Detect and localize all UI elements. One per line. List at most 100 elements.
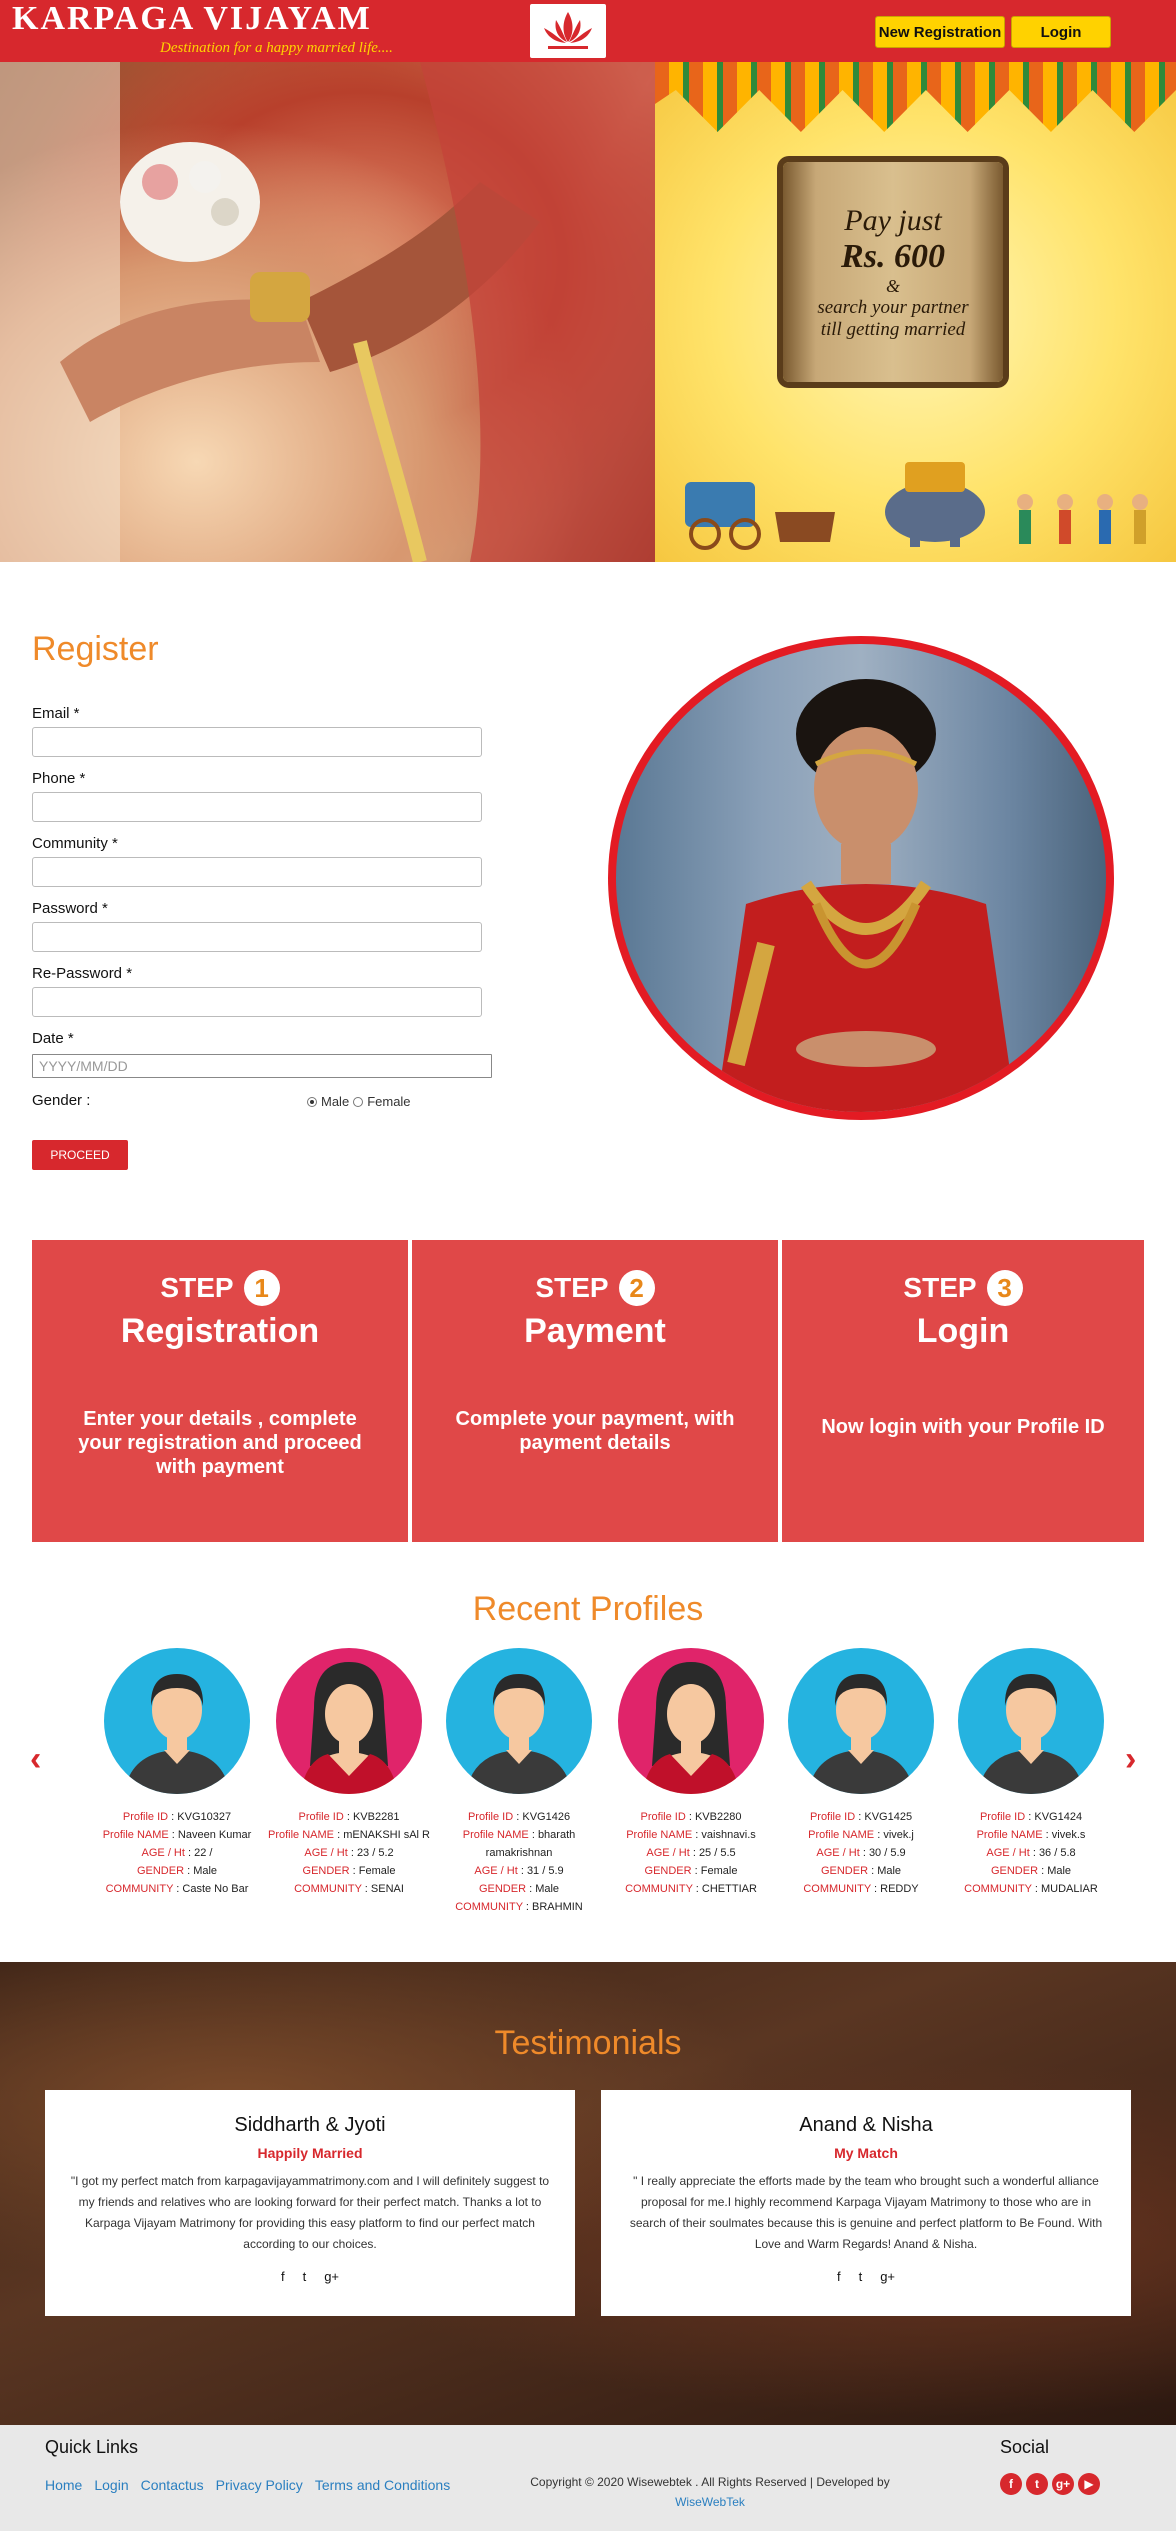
profile-details: Profile ID : KVG1425 Profile NAME : vivek… bbox=[776, 1808, 946, 1898]
offer-line3: till getting married bbox=[820, 318, 966, 340]
facebook-icon[interactable]: f bbox=[837, 2269, 841, 2284]
profile-card[interactable]: Profile ID : KVB2280 Profile NAME : vaish… bbox=[606, 1648, 776, 1898]
facebook-icon[interactable]: f bbox=[1000, 2473, 1022, 2495]
offer-price: Rs. 600 bbox=[841, 237, 945, 275]
google-plus-icon[interactable]: g+ bbox=[1052, 2473, 1074, 2495]
date-label: Date * bbox=[32, 1030, 74, 1047]
profile-name-row: Profile NAME : Naveen Kumar bbox=[102, 1829, 252, 1841]
gender-female-radio[interactable] bbox=[353, 1096, 364, 1107]
profile-community-value: Caste No Bar bbox=[182, 1883, 249, 1895]
profile-community-key: COMMUNITY bbox=[455, 1901, 523, 1913]
twitter-icon[interactable]: t bbox=[303, 2269, 307, 2284]
profile-id-value: KVG1426 bbox=[522, 1811, 571, 1823]
login-button[interactable]: Login bbox=[1011, 16, 1111, 48]
profile-gender-key: GENDER bbox=[644, 1865, 692, 1877]
lotus-icon[interactable] bbox=[530, 4, 606, 58]
profile-card[interactable]: Profile ID : KVG1424 Profile NAME : vivek… bbox=[946, 1648, 1116, 1898]
developer-link[interactable]: WiseWebTek bbox=[480, 2495, 940, 2509]
female-avatar-icon[interactable] bbox=[618, 1648, 764, 1794]
profile-name-row: Profile NAME : vivek.s bbox=[976, 1829, 1086, 1841]
profile-age-row: AGE / Ht : 31 / 5.9 bbox=[474, 1865, 564, 1877]
profile-community-value: SENAI bbox=[370, 1883, 404, 1895]
brand-name[interactable]: KARPAGA VIJAYAM bbox=[12, 0, 372, 38]
profile-details: Profile ID : KVB2280 Profile NAME : vaish… bbox=[606, 1808, 776, 1898]
profile-name-value: vivek.s bbox=[1051, 1829, 1086, 1841]
profile-id-value: KVB2280 bbox=[694, 1811, 742, 1823]
repassword-field[interactable] bbox=[32, 987, 482, 1017]
profile-community-row: COMMUNITY : REDDY bbox=[803, 1883, 919, 1895]
date-field[interactable]: YYYY/MM/DD bbox=[32, 1054, 492, 1078]
profile-card[interactable]: Profile ID : KVG1426 Profile NAME : bhara… bbox=[434, 1648, 604, 1916]
profile-gender-value: Male bbox=[1047, 1865, 1072, 1877]
date-placeholder: YYYY/MM/DD bbox=[39, 1058, 128, 1074]
chevron-left-icon[interactable]: ‹ bbox=[30, 1740, 41, 1779]
profile-name-key: Profile NAME bbox=[626, 1829, 693, 1841]
footer-link-contactus[interactable]: Contactus bbox=[141, 2477, 204, 2493]
profile-community-row: COMMUNITY : MUDALIAR bbox=[964, 1883, 1098, 1895]
profile-id-row: Profile ID : KVB2281 bbox=[298, 1811, 400, 1823]
step-1-description: Enter your details , complete your regis… bbox=[78, 1408, 362, 1478]
footer-link-privacy[interactable]: Privacy Policy bbox=[216, 2477, 303, 2493]
profile-details: Profile ID : KVB2281 Profile NAME : mENAK… bbox=[264, 1808, 434, 1898]
phone-field[interactable] bbox=[32, 792, 482, 822]
male-avatar-icon[interactable] bbox=[104, 1648, 250, 1794]
gender-male-radio[interactable] bbox=[307, 1096, 317, 1107]
testimonial-card: Anand & Nisha My Match " I really apprec… bbox=[601, 2090, 1131, 2316]
profile-gender-key: GENDER bbox=[820, 1865, 869, 1877]
profile-name-value: vivek.j bbox=[883, 1829, 914, 1841]
profile-gender-row: GENDER : Male bbox=[820, 1865, 902, 1877]
profile-gender-value: Female bbox=[358, 1865, 396, 1877]
social-icons: f t g+ ▶ bbox=[1000, 2473, 1100, 2495]
youtube-icon[interactable]: ▶ bbox=[1078, 2473, 1100, 2495]
profile-gender-value: Male bbox=[193, 1865, 218, 1877]
profile-community-row: COMMUNITY : BRAHMIN bbox=[455, 1901, 583, 1913]
footer-link-terms[interactable]: Terms and Conditions bbox=[315, 2477, 450, 2493]
male-avatar-icon[interactable] bbox=[446, 1648, 592, 1794]
profile-details: Profile ID : KVG10327 Profile NAME : Nave… bbox=[92, 1808, 262, 1898]
female-avatar-icon[interactable] bbox=[276, 1648, 422, 1794]
footer-link-login[interactable]: Login bbox=[94, 2477, 128, 2493]
email-field[interactable] bbox=[32, 727, 482, 757]
profile-gender-row: GENDER : Female bbox=[644, 1865, 738, 1877]
testimonial-quote: " I really appreciate the efforts made b… bbox=[629, 2174, 1103, 2251]
profile-community-key: COMMUNITY bbox=[294, 1883, 362, 1895]
marigold-garland bbox=[655, 62, 1176, 132]
register-title: Register bbox=[32, 630, 159, 668]
male-avatar-icon[interactable] bbox=[788, 1648, 934, 1794]
google-plus-icon[interactable]: g+ bbox=[880, 2269, 895, 2284]
twitter-icon[interactable]: t bbox=[1026, 2473, 1048, 2495]
profile-gender-key: GENDER bbox=[136, 1865, 185, 1877]
profile-id-value: KVG1425 bbox=[864, 1811, 913, 1823]
profile-community-key: COMMUNITY bbox=[105, 1883, 174, 1895]
proceed-button[interactable]: PROCEED bbox=[32, 1140, 128, 1170]
profile-card[interactable]: Profile ID : KVG10327 Profile NAME : Nave… bbox=[92, 1648, 262, 1898]
twitter-icon[interactable]: t bbox=[859, 2269, 863, 2284]
facebook-icon[interactable]: f bbox=[281, 2269, 285, 2284]
password-field[interactable] bbox=[32, 922, 482, 952]
google-plus-icon[interactable]: g+ bbox=[324, 2269, 339, 2284]
offer-panel: Pay just Rs. 600 & search your partner t… bbox=[655, 62, 1176, 562]
profile-id-key: Profile ID bbox=[298, 1811, 344, 1823]
profile-community-key: COMMUNITY bbox=[625, 1883, 693, 1895]
step-3-number: 3 bbox=[986, 1270, 1023, 1306]
community-field[interactable] bbox=[32, 857, 482, 887]
profile-age-key: AGE / Ht bbox=[986, 1847, 1030, 1859]
profile-card[interactable]: Profile ID : KVB2281 Profile NAME : mENAK… bbox=[264, 1648, 434, 1898]
testimonial-social: f t g+ bbox=[69, 2269, 551, 2284]
footer-link-home[interactable]: Home bbox=[45, 2477, 82, 2493]
step-3-title: Login bbox=[916, 1312, 1010, 1350]
testimonials-section: Testimonials Siddharth & Jyoti Happily M… bbox=[0, 1962, 1176, 2425]
offer-scroll: Pay just Rs. 600 & search your partner t… bbox=[783, 162, 1003, 382]
profile-age-value: 31 / 5.9 bbox=[526, 1865, 564, 1877]
profile-age-value: 22 / bbox=[194, 1847, 213, 1859]
chevron-right-icon[interactable]: › bbox=[1125, 1740, 1136, 1779]
testimonials-title: Testimonials bbox=[494, 2024, 682, 2062]
step-1-title: Registration bbox=[120, 1312, 320, 1350]
new-registration-button[interactable]: New Registration bbox=[875, 16, 1005, 48]
profile-community-value: REDDY bbox=[880, 1883, 919, 1895]
profile-card[interactable]: Profile ID : KVG1425 Profile NAME : vivek… bbox=[776, 1648, 946, 1898]
bride-photo-frame bbox=[608, 636, 1114, 1120]
male-avatar-icon[interactable] bbox=[958, 1648, 1104, 1794]
profile-age-key: AGE / Ht bbox=[474, 1865, 518, 1877]
profile-id-key: Profile ID bbox=[809, 1811, 856, 1823]
